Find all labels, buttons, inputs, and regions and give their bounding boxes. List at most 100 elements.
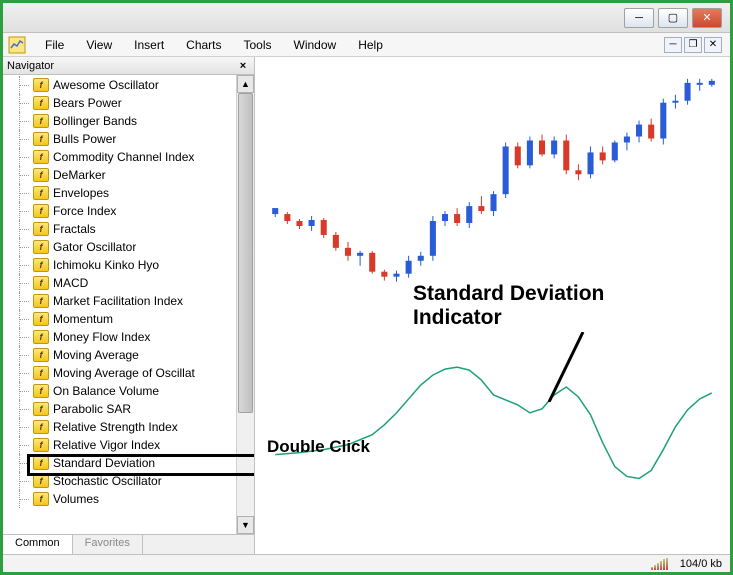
navigator-close-button[interactable]: × <box>236 60 250 72</box>
indicator-icon: f <box>33 258 49 272</box>
indicator-icon: f <box>33 456 49 470</box>
indicator-item[interactable]: f DeMarker <box>3 166 254 184</box>
annotation-title: Standard Deviation Indicator <box>413 282 604 330</box>
indicator-icon: f <box>33 348 49 362</box>
indicator-item[interactable]: f Gator Oscillator <box>3 238 254 256</box>
indicator-label: Money Flow Index <box>53 330 150 344</box>
status-kb: 104/0 kb <box>680 558 722 570</box>
annotation-pointer-line <box>545 332 587 402</box>
menu-bar: File View Insert Charts Tools Window Hel… <box>3 33 730 57</box>
maximize-button[interactable]: ▢ <box>658 8 688 28</box>
indicator-label: Gator Oscillator <box>53 240 136 254</box>
indicator-item[interactable]: f Commodity Channel Index <box>3 148 254 166</box>
scroll-up-button[interactable]: ▲ <box>237 75 254 93</box>
indicator-item[interactable]: f Moving Average of Oscillat <box>3 364 254 382</box>
navigator-tabs: Common Favorites <box>3 534 254 554</box>
tab-common[interactable]: Common <box>3 535 73 554</box>
menu-file[interactable]: File <box>35 35 74 55</box>
indicator-icon: f <box>33 294 49 308</box>
indicator-item[interactable]: fStochastic Oscillator <box>3 472 254 490</box>
tab-favorites[interactable]: Favorites <box>73 535 143 554</box>
indicator-label: Bulls Power <box>53 132 116 146</box>
indicator-icon: f <box>33 240 49 254</box>
chart-area[interactable]: Standard Deviation Indicator Double Clic… <box>255 57 730 554</box>
indicator-icon: f <box>33 438 49 452</box>
indicator-label: Market Facilitation Index <box>53 294 183 308</box>
indicator-icon: f <box>33 132 49 146</box>
indicator-item[interactable]: f Awesome Oscillator <box>3 76 254 94</box>
indicator-item[interactable]: f Market Facilitation Index <box>3 292 254 310</box>
indicator-item[interactable]: f Bulls Power <box>3 130 254 148</box>
workspace: Navigator × fAwesome OscillatorfBears Po… <box>3 57 730 554</box>
indicator-label: Moving Average of Oscillat <box>53 366 195 380</box>
app-window: ─ ▢ ✕ File View Insert Charts Tools Wind… <box>0 0 733 575</box>
status-bar: 104/0 kb <box>3 554 730 572</box>
mdi-controls: ─ ❐ ✕ <box>664 37 726 53</box>
indicator-item[interactable]: f Envelopes <box>3 184 254 202</box>
menu-view[interactable]: View <box>76 35 122 55</box>
indicator-icon: f <box>33 222 49 236</box>
scroll-thumb[interactable] <box>238 93 253 413</box>
indicator-item[interactable]: fVolumes <box>3 490 254 508</box>
app-icon <box>7 35 27 55</box>
indicator-icon: f <box>33 168 49 182</box>
connection-signal-icon <box>651 558 668 570</box>
navigator-scrollbar[interactable]: ▲ ▼ <box>236 75 254 534</box>
indicator-label: Fractals <box>53 222 96 236</box>
menu-insert[interactable]: Insert <box>124 35 174 55</box>
indicator-item[interactable]: fMoney Flow Index <box>3 328 254 346</box>
indicator-item[interactable]: fMACD <box>3 274 254 292</box>
indicator-item[interactable]: f Relative Vigor Index <box>3 436 254 454</box>
indicator-label: Relative Vigor Index <box>53 438 160 452</box>
indicator-icon: f <box>33 276 49 290</box>
indicator-item[interactable]: f Ichimoku Kinko Hyo <box>3 256 254 274</box>
indicator-item[interactable]: f Fractals <box>3 220 254 238</box>
navigator-panel: Navigator × fAwesome OscillatorfBears Po… <box>3 57 255 554</box>
indicator-label: Ichimoku Kinko Hyo <box>53 258 159 272</box>
indicator-item[interactable]: fBears Power <box>3 94 254 112</box>
mdi-minimize-button[interactable]: ─ <box>664 37 682 53</box>
indicator-item[interactable]: fBollinger Bands <box>3 112 254 130</box>
indicator-label: Relative Strength Index <box>53 420 178 434</box>
indicator-icon: f <box>33 384 49 398</box>
minimize-button[interactable]: ─ <box>624 8 654 28</box>
navigator-tree: fAwesome OscillatorfBears PowerfBollinge… <box>3 75 254 534</box>
navigator-title: Navigator <box>7 60 236 72</box>
indicator-icon: f <box>33 312 49 326</box>
indicator-icon: f <box>33 78 49 92</box>
indicator-label: Volumes <box>53 492 99 506</box>
indicator-icon: f <box>33 186 49 200</box>
indicator-label: Momentum <box>53 312 113 326</box>
indicator-item[interactable]: f On Balance Volume <box>3 382 254 400</box>
mdi-close-button[interactable]: ✕ <box>704 37 722 53</box>
indicator-label: Force Index <box>53 204 116 218</box>
indicator-icon: f <box>33 402 49 416</box>
indicator-label: On Balance Volume <box>53 384 159 398</box>
scroll-down-button[interactable]: ▼ <box>237 516 254 534</box>
indicator-label: Standard Deviation <box>53 456 155 470</box>
indicator-label: Awesome Oscillator <box>53 78 159 92</box>
mdi-restore-button[interactable]: ❐ <box>684 37 702 53</box>
indicator-label: DeMarker <box>53 168 106 182</box>
indicator-item[interactable]: fMoving Average <box>3 346 254 364</box>
indicator-item[interactable]: f Parabolic SAR <box>3 400 254 418</box>
indicator-label: Commodity Channel Index <box>53 150 194 164</box>
close-button[interactable]: ✕ <box>692 8 722 28</box>
annotation-double-click: Double Click <box>267 437 370 457</box>
indicator-item[interactable]: f Momentum <box>3 310 254 328</box>
indicator-label: Bears Power <box>53 96 122 110</box>
indicator-icon: f <box>33 420 49 434</box>
menu-charts[interactable]: Charts <box>176 35 231 55</box>
menu-help[interactable]: Help <box>348 35 393 55</box>
title-bar: ─ ▢ ✕ <box>3 3 730 33</box>
indicator-label: Envelopes <box>53 186 109 200</box>
indicator-item[interactable]: f Standard Deviation <box>3 454 254 472</box>
indicator-label: Parabolic SAR <box>53 402 131 416</box>
indicator-icon: f <box>33 150 49 164</box>
indicator-item[interactable]: f Relative Strength Index <box>3 418 254 436</box>
indicator-icon: f <box>33 366 49 380</box>
menu-tools[interactable]: Tools <box>234 35 282 55</box>
indicator-item[interactable]: fForce Index <box>3 202 254 220</box>
indicator-icon: f <box>33 114 49 128</box>
menu-window[interactable]: Window <box>284 35 347 55</box>
